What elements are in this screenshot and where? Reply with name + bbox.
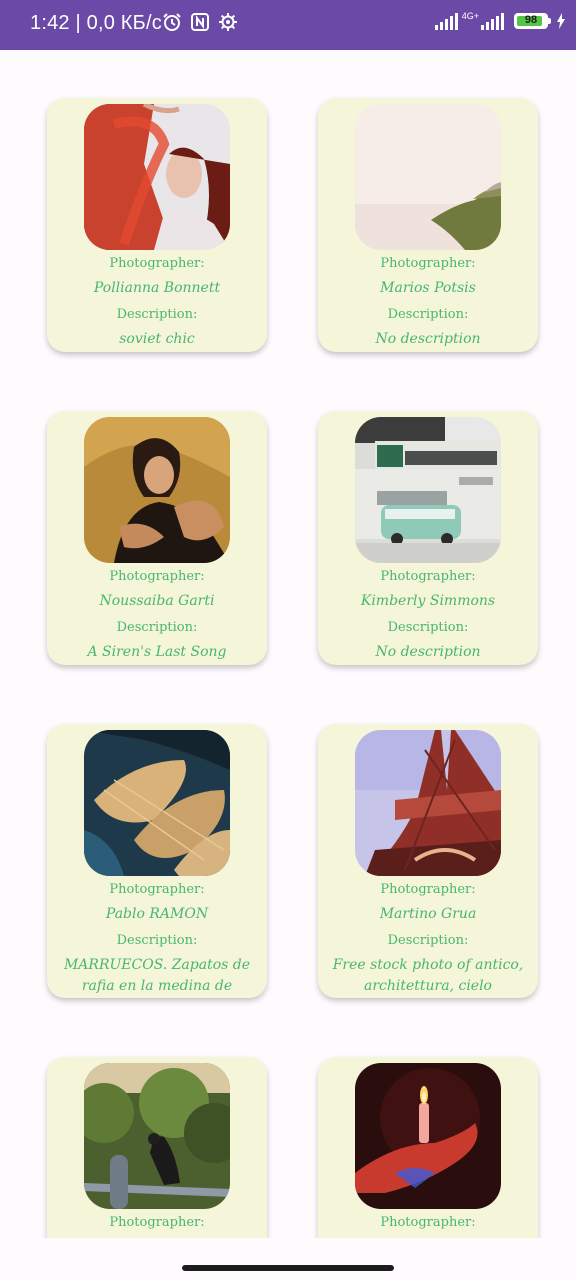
photo-card[interactable]: Photographer: Marios Potsis Description:… bbox=[318, 98, 538, 352]
network-type-label: 4G+ bbox=[461, 10, 479, 21]
settings-gear-icon bbox=[219, 13, 237, 31]
van-building-photo[interactable] bbox=[355, 417, 501, 563]
photographer-name: Noussaiba Garti bbox=[99, 593, 215, 609]
photographer-name: Pablo RAMON bbox=[105, 906, 209, 922]
description-label: Description: bbox=[387, 620, 469, 635]
description-label: Description: bbox=[116, 307, 198, 322]
description-text: soviet chic bbox=[119, 331, 195, 347]
woman-portrait-photo[interactable] bbox=[84, 417, 230, 563]
status-bar: 1:42 | 0,0 КБ/с 4G+ 98 bbox=[0, 0, 576, 50]
photographer-name: Kimberly Simmons bbox=[360, 593, 496, 609]
photographer-label: Photographer: bbox=[380, 882, 476, 897]
signal-icon-2 bbox=[481, 12, 504, 30]
photographer-label: Photographer: bbox=[109, 569, 205, 584]
photo-card[interactable]: Photographer: Martino Grua Description: … bbox=[318, 724, 538, 998]
photographer-label: Photographer: bbox=[109, 882, 205, 897]
photographer-label: Photographer: bbox=[380, 1215, 476, 1230]
home-indicator[interactable] bbox=[182, 1265, 394, 1271]
photo-card[interactable]: Photographer: Pablo RAMON Description: M… bbox=[47, 724, 267, 998]
eiffel-tower-photo[interactable] bbox=[355, 730, 501, 876]
photo-card[interactable]: Photographer: Kimberly Simmons Descripti… bbox=[318, 411, 538, 665]
description-label: Description: bbox=[387, 933, 469, 948]
description-text: No description bbox=[375, 331, 481, 347]
battery-icon: 98 bbox=[514, 13, 551, 29]
status-time: 1:42 | 0,0 КБ/с bbox=[30, 12, 162, 34]
misty-coast-photo[interactable] bbox=[355, 104, 501, 250]
battery-level: 98 bbox=[524, 14, 538, 26]
hand-candle-photo[interactable] bbox=[355, 1063, 501, 1209]
photographer-label: Photographer: bbox=[109, 1215, 205, 1230]
photo-card[interactable]: Photographer: Pollianna Bonnett Descript… bbox=[47, 98, 267, 352]
photographer-name: Marios Potsis bbox=[380, 280, 476, 296]
alarm-icon bbox=[163, 13, 181, 31]
photographer-label: Photographer: bbox=[380, 256, 476, 271]
photographer-name: Martino Grua bbox=[379, 906, 477, 922]
photographer-name: Pollianna Bonnett bbox=[93, 280, 221, 296]
signal-icon bbox=[434, 12, 458, 30]
description-text: No description bbox=[375, 644, 481, 660]
photo-card[interactable]: Photographer: Noussaiba Garti Descriptio… bbox=[47, 411, 267, 665]
photographer-label: Photographer: bbox=[109, 256, 205, 271]
raffia-shoes-photo[interactable] bbox=[84, 730, 230, 876]
photo-card[interactable]: Photographer: bbox=[47, 1057, 267, 1238]
woman-red-scarf-photo[interactable] bbox=[84, 104, 230, 250]
description-label: Description: bbox=[387, 307, 469, 322]
crow-on-pipe-photo[interactable] bbox=[84, 1063, 230, 1209]
charging-icon bbox=[557, 13, 565, 29]
description-text: MARRUECOS. Zapatos de rafia en la medina… bbox=[63, 957, 251, 994]
description-label: Description: bbox=[116, 933, 198, 948]
description-text: Free stock photo of antico, architettura… bbox=[332, 957, 524, 994]
photographer-label: Photographer: bbox=[380, 569, 476, 584]
photo-card[interactable]: Photographer: bbox=[318, 1057, 538, 1238]
description-text: A Siren's Last Song bbox=[87, 644, 227, 660]
photo-grid[interactable]: Photographer: Pollianna Bonnett Descript… bbox=[0, 50, 576, 1238]
description-label: Description: bbox=[116, 620, 198, 635]
nfc-icon bbox=[191, 13, 209, 31]
